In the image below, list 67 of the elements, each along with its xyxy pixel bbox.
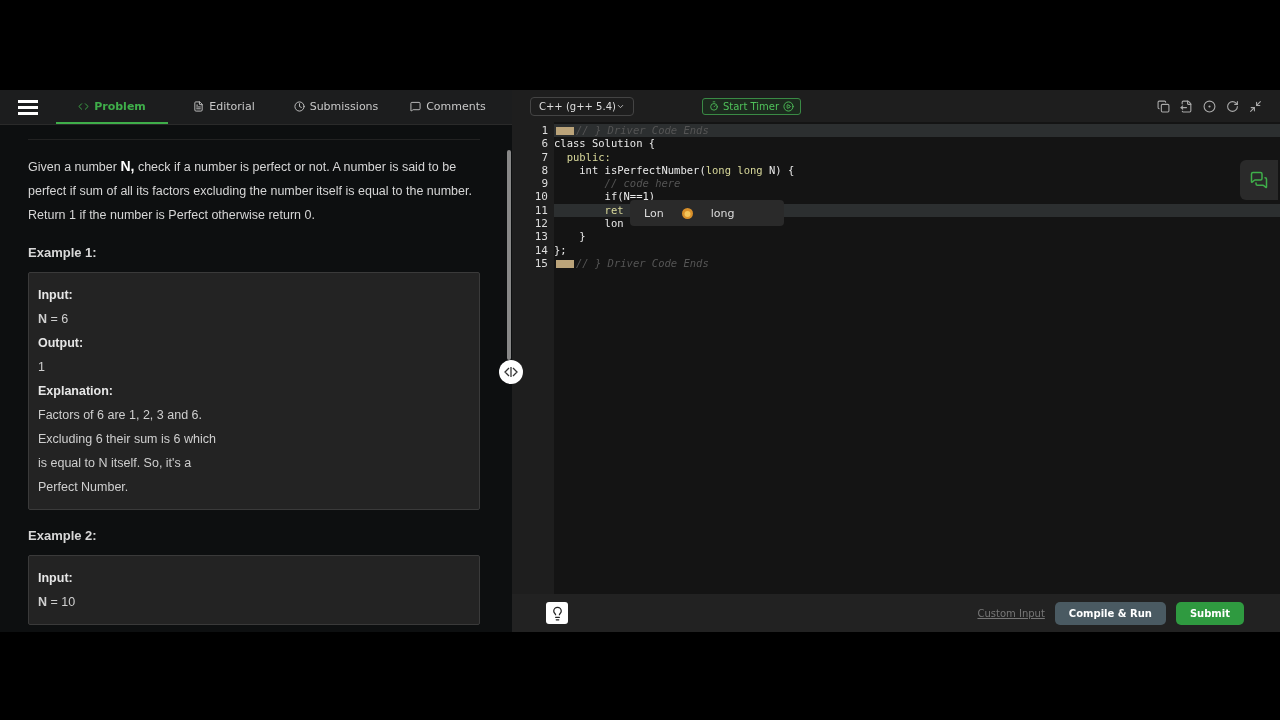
example-title: Example 1: (28, 245, 98, 260)
example-text: Input: (38, 287, 74, 304)
example-title: Example 2: (28, 528, 98, 543)
speech-bubble-icon (410, 100, 422, 112)
submit-button[interactable]: Submit (1175, 601, 1244, 625)
example-text: 1 (38, 359, 46, 376)
code-text: // code here (603, 177, 681, 191)
fold-marker[interactable] (556, 126, 574, 135)
line-number: 15 (533, 256, 549, 271)
clock-icon (293, 100, 305, 112)
code-text: public: (565, 150, 611, 164)
code-text: N) { (767, 163, 795, 178)
tab[interactable]: Submissions (280, 90, 392, 124)
example-text: N = 10 (38, 594, 77, 611)
resize-handle[interactable] (499, 360, 523, 384)
scrollbar[interactable] (507, 150, 511, 360)
code-text: } (578, 230, 586, 244)
autocomplete-popup[interactable]: Lon long (630, 200, 784, 226)
tab[interactable]: Comments (392, 90, 504, 124)
problem-statement: Given a number N, check if a number is perfect or not. A number is said to be perfect if sum of all its factors excluding the number itself is equal to the number. Return 1 if the number is Perfect otherwise return 0. (28, 157, 473, 224)
suggestion-text[interactable]: long (710, 206, 735, 220)
line-number: 6 (540, 137, 549, 151)
custom-input-link[interactable]: Custom Input (977, 607, 1045, 619)
line-number: 13 (533, 230, 549, 244)
line-number: 14 (533, 243, 549, 257)
line-number: 11 (533, 203, 549, 218)
code-text: int isPerfectNumber( (578, 163, 706, 178)
start-timer-button[interactable]: Start Timer (701, 97, 802, 115)
line-number: 1 (540, 124, 549, 138)
code-text: long long (705, 163, 763, 178)
example-text: Explanation: (38, 383, 114, 400)
line-number: 10 (533, 190, 549, 204)
code-icon (78, 100, 90, 112)
copy-icon[interactable] (1157, 99, 1170, 113)
document-icon (193, 100, 205, 112)
code-text: // } Driver Code Ends (576, 256, 709, 271)
code-text: }; (554, 243, 567, 257)
play-icon (783, 100, 795, 112)
tab[interactable]: Problem (56, 90, 168, 124)
fold-marker[interactable] (556, 259, 574, 268)
line-number: 7 (540, 150, 549, 164)
hint-button[interactable] (546, 602, 568, 624)
example-text: N = 6 (38, 311, 70, 328)
code-text: class Solution { (554, 137, 656, 151)
target-icon[interactable] (1203, 99, 1216, 113)
line-number: 9 (540, 177, 549, 191)
tab[interactable]: Editorial (168, 90, 280, 124)
example-text: is equal to N itself. So, it's a (38, 455, 193, 472)
chat-icon (1250, 171, 1268, 189)
collapse-icon[interactable] (1249, 99, 1262, 113)
split-arrows-icon (504, 367, 518, 377)
file-export-icon[interactable] (1180, 99, 1193, 113)
example-text: Perfect Number. (38, 479, 130, 496)
example-text: Output: (38, 335, 85, 352)
code-text: lon (603, 217, 624, 231)
line-number: 8 (540, 163, 549, 178)
example-text: Input: (38, 570, 74, 587)
example-text: Excluding 6 their sum is 6 which (38, 431, 217, 448)
chat-button[interactable] (1240, 160, 1278, 200)
example-text: Factors of 6 are 1, 2, 3 and 6. (38, 407, 203, 424)
language-dropdown[interactable]: C++ (g++ 5.4) (530, 96, 634, 116)
typed-text: Lon (644, 206, 664, 220)
compile-run-button[interactable]: Compile & Run (1054, 601, 1166, 625)
reset-icon[interactable] (1226, 99, 1239, 113)
code-text: ret (603, 203, 624, 218)
timer-icon (708, 101, 719, 111)
line-number: 12 (533, 217, 549, 231)
